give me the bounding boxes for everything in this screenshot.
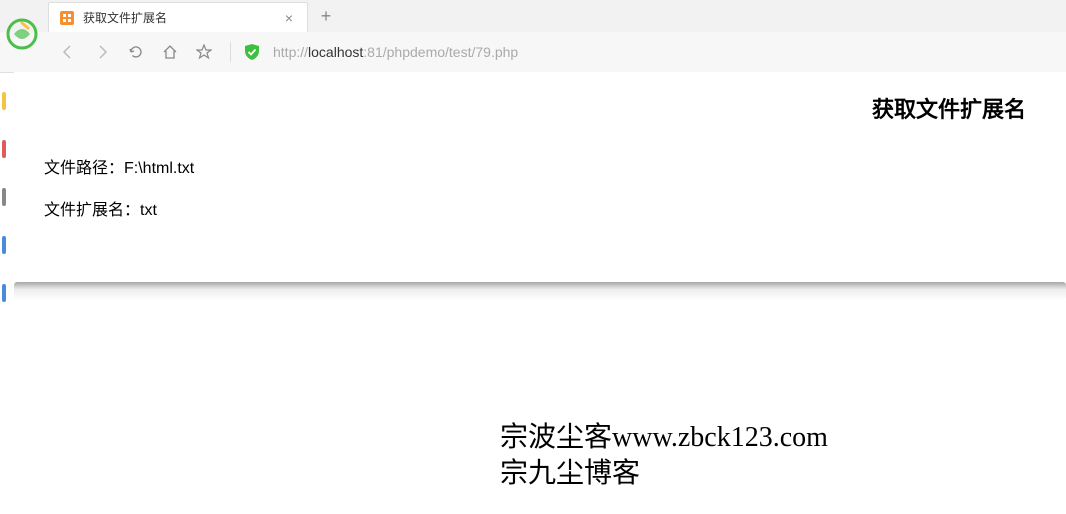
reload-icon <box>128 44 144 60</box>
browser-tab[interactable]: 获取文件扩展名 × <box>48 2 308 32</box>
sidebar-hints <box>0 72 12 302</box>
new-tab-button[interactable]: + <box>312 2 340 30</box>
tab-favicon-icon <box>59 10 75 26</box>
star-icon <box>196 44 212 60</box>
url-host: localhost <box>308 44 363 60</box>
favorite-button[interactable] <box>190 38 218 66</box>
chevron-right-icon <box>94 44 110 60</box>
forward-button[interactable] <box>88 38 116 66</box>
toolbar: http://localhost:81/phpdemo/test/79.php <box>0 32 1066 72</box>
security-shield-icon[interactable] <box>243 43 261 61</box>
url-prefix: http:// <box>273 44 308 60</box>
home-icon <box>162 44 178 60</box>
url-path: :81/phpdemo/test/79.php <box>363 44 518 60</box>
file-path-value: F:\html.txt <box>124 160 194 177</box>
address-bar[interactable]: http://localhost:81/phpdemo/test/79.php <box>267 40 1058 64</box>
file-ext-label: 文件扩展名： <box>44 202 140 219</box>
tab-bar: 获取文件扩展名 × + <box>0 0 1066 32</box>
watermark-line2: 宗九尘博客 <box>500 456 828 492</box>
page-viewport: 获取文件扩展名 文件路径：F:\html.txt 文件扩展名：txt <box>14 72 1066 258</box>
tab-close-icon[interactable]: × <box>281 10 297 26</box>
watermark: 宗波尘客www.zbck123.com 宗九尘博客 <box>500 420 828 493</box>
browser-logo-icon <box>6 18 38 50</box>
reload-button[interactable] <box>122 38 150 66</box>
file-ext-line: 文件扩展名：txt <box>44 196 1036 220</box>
chevron-left-icon <box>60 44 76 60</box>
file-path-label: 文件路径： <box>44 160 124 177</box>
tab-title: 获取文件扩展名 <box>83 9 273 26</box>
browser-chrome: 获取文件扩展名 × + http://localhost:81/phpdemo/… <box>0 0 1066 73</box>
toolbar-divider <box>230 42 231 62</box>
page-title: 获取文件扩展名 <box>44 92 1036 124</box>
back-button[interactable] <box>54 38 82 66</box>
watermark-line1: 宗波尘客www.zbck123.com <box>500 420 828 456</box>
file-path-line: 文件路径：F:\html.txt <box>44 154 1036 178</box>
page-content: 获取文件扩展名 文件路径：F:\html.txt 文件扩展名：txt <box>14 72 1066 258</box>
file-ext-value: txt <box>140 202 157 219</box>
home-button[interactable] <box>156 38 184 66</box>
content-shadow <box>14 282 1066 300</box>
